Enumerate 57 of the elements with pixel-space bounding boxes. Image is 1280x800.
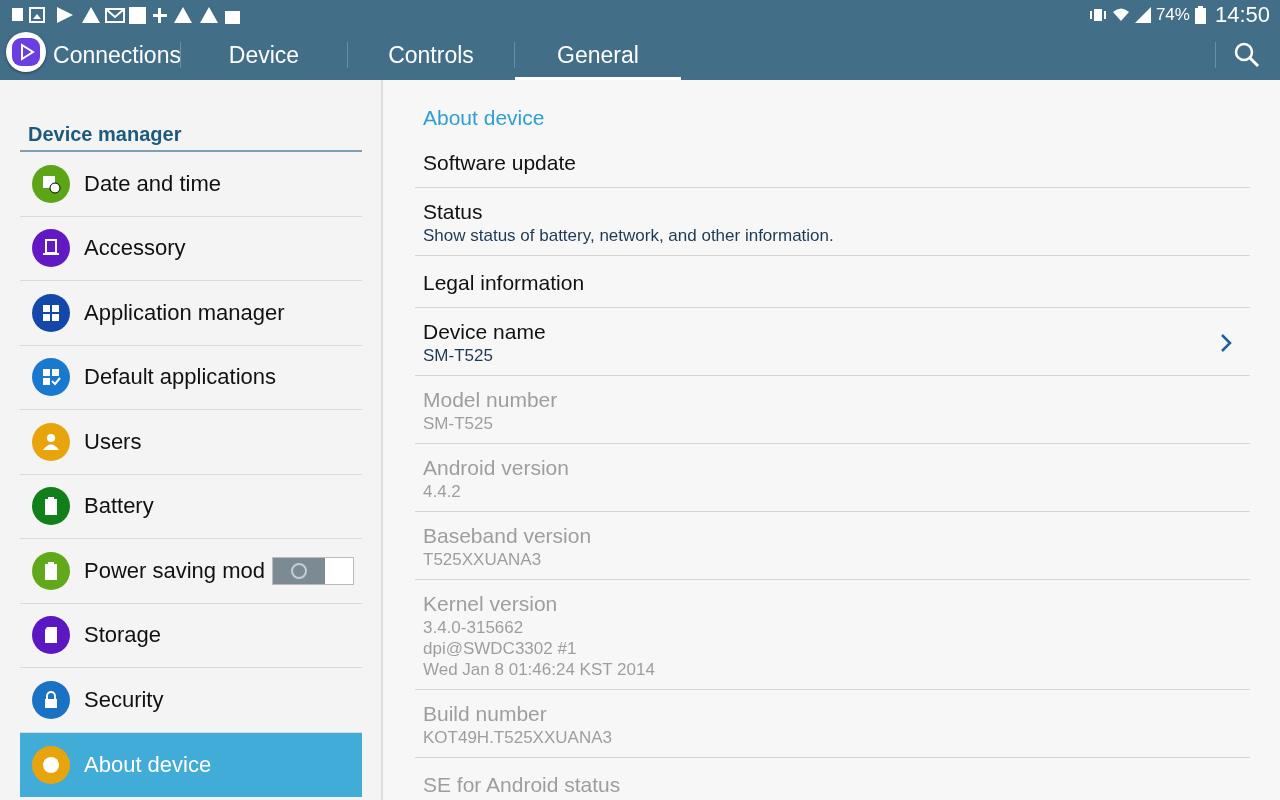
tab[interactable]: Controls (348, 30, 514, 80)
row-subtitle: Show status of battery, network, and other information. (423, 225, 834, 246)
item-label: Storage (84, 622, 163, 649)
row-subtitle: SM-T525 (423, 345, 494, 366)
row-subtitle: T525XXUANA3 (423, 549, 543, 570)
item-label: Users (84, 428, 143, 455)
signal-icon (1134, 7, 1151, 23)
row-title: Legal information (423, 269, 585, 296)
row-subtitle: dpi@SWDC3302 #1 (423, 638, 578, 659)
row-title: Status (423, 199, 484, 225)
item-label: Application manager (84, 299, 286, 326)
row-subtitle: 3.4.0-315662 (423, 617, 525, 638)
vibrate-icon (1088, 7, 1107, 23)
floating-play-button[interactable] (6, 32, 46, 72)
settings-row[interactable]: Device name SM-T525 (415, 308, 1250, 376)
sidebar-item[interactable]: Application manager (20, 281, 362, 346)
settings-row[interactable]: Status Show status of battery, network, and other information. (415, 188, 1250, 256)
item-label: Battery (84, 493, 155, 520)
settings-row[interactable]: Software update (415, 136, 1250, 188)
item-label: Security (84, 686, 165, 713)
sidebar-item[interactable]: Accessory (20, 216, 362, 281)
tab[interactable]: Device (181, 30, 347, 80)
row-subtitle: Wed Jan 8 01:46:24 KST 2014 (423, 659, 655, 680)
tab[interactable]: General (515, 30, 681, 80)
section-title: About device (422, 106, 546, 131)
sidebar-item[interactable]: Storage (20, 603, 362, 668)
row-subtitle: KOT49H.T525XXUANA3 (423, 727, 612, 748)
row-title: Build number (423, 701, 548, 727)
row-title: Model number (423, 387, 558, 413)
sidebar-item[interactable]: Power saving mod (20, 539, 362, 604)
sidebar-item[interactable]: Date and time (20, 152, 362, 217)
section-title: Device manager (20, 123, 362, 152)
sidebar-item[interactable]: Default applications (20, 345, 362, 410)
sidebar-item[interactable]: Security (20, 668, 362, 733)
settings-row[interactable]: Legal information (415, 256, 1250, 308)
sidebar-item[interactable]: Battery (20, 474, 362, 539)
battery-icon (1194, 6, 1206, 24)
row-title: Baseband version (423, 523, 592, 549)
item-label: Default applications (84, 364, 277, 391)
row-title: Device name (423, 319, 546, 345)
wifi-icon (1111, 7, 1130, 23)
search-icon[interactable] (1234, 42, 1260, 68)
item-label: Date and time (84, 170, 222, 197)
sidebar-item[interactable]: Users (20, 410, 362, 475)
item-label: Power saving mod (84, 557, 266, 584)
row-title: Software update (423, 149, 576, 176)
battery-percent: 74% (1155, 5, 1190, 25)
row-subtitle: 4.4.2 (423, 481, 462, 502)
tab[interactable]: Connections (0, 30, 180, 80)
item-label: About device (84, 751, 213, 778)
item-label: Accessory (84, 235, 187, 262)
row-title: SE for Android status (423, 772, 621, 798)
toggle-switch[interactable] (272, 556, 354, 585)
row-title: Kernel version (423, 591, 559, 617)
clock-time: 14:50 (1214, 2, 1270, 28)
row-title: Android version (423, 455, 569, 481)
row-subtitle: SM-T525 (423, 413, 494, 434)
